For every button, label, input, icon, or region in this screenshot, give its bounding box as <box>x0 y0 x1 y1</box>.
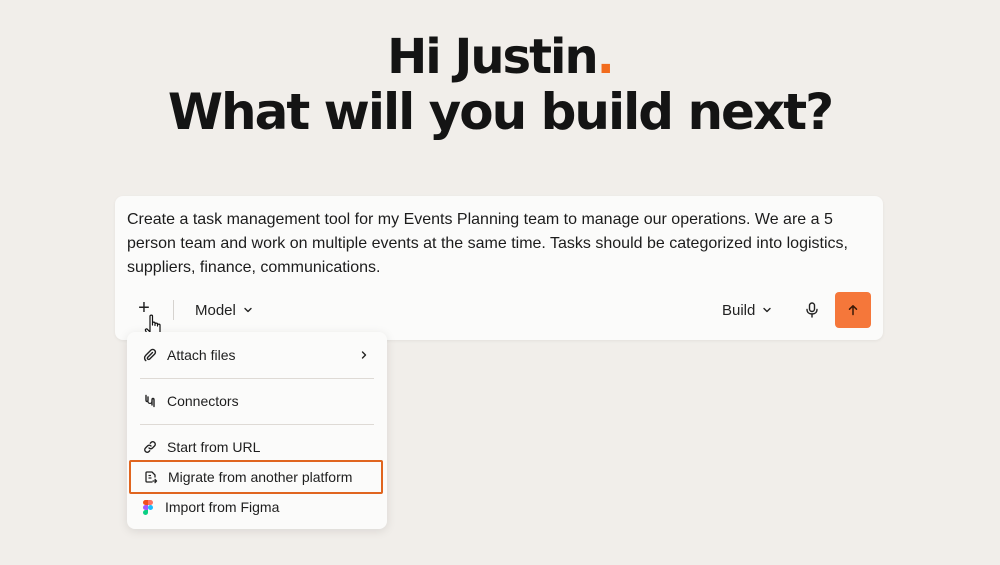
menu-divider <box>140 378 374 379</box>
voice-input-button[interactable] <box>800 298 824 322</box>
menu-item-start-from-url[interactable]: Start from URL <box>127 433 387 461</box>
menu-divider <box>140 424 374 425</box>
build-mode-dropdown[interactable]: Build <box>722 299 772 321</box>
add-button[interactable]: + <box>132 296 156 320</box>
arrow-up-icon <box>848 305 858 316</box>
prompt-card: Create a task management tool for my Eve… <box>115 196 883 340</box>
toolbar-divider <box>173 300 174 320</box>
menu-item-label: Connectors <box>167 393 239 409</box>
greeting-question: What will you build next? <box>167 83 834 141</box>
figma-icon <box>140 499 156 515</box>
greeting-title: Hi Justin. <box>0 33 1000 81</box>
plus-icon: + <box>138 296 150 319</box>
chevron-down-icon <box>763 307 772 313</box>
menu-item-label: Migrate from another platform <box>168 469 353 485</box>
send-button[interactable] <box>835 292 871 328</box>
model-dropdown[interactable]: Model <box>195 299 253 321</box>
chevron-right-icon <box>361 351 367 359</box>
microphone-icon <box>806 302 818 318</box>
menu-item-attach-files[interactable]: Attach files <box>127 341 387 369</box>
paperclip-icon <box>142 347 158 363</box>
menu-item-connectors[interactable]: Connectors <box>127 387 387 415</box>
menu-item-label: Start from URL <box>167 439 261 455</box>
migrate-icon <box>143 469 159 485</box>
link-icon <box>142 439 158 455</box>
build-label: Build <box>722 301 756 319</box>
chevron-down-icon <box>244 307 252 313</box>
greeting-accent-dot: . <box>596 29 615 85</box>
connectors-icon <box>142 393 158 409</box>
menu-item-label: Attach files <box>167 347 236 363</box>
model-label: Model <box>195 301 236 319</box>
menu-item-label: Import from Figma <box>165 499 280 515</box>
add-menu: Attach files Connectors Start from URL M… <box>127 332 387 529</box>
menu-item-import-figma[interactable]: Import from Figma <box>127 493 387 521</box>
menu-item-migrate-platform[interactable]: Migrate from another platform <box>129 460 383 494</box>
prompt-input[interactable]: Create a task management tool for my Eve… <box>127 208 872 280</box>
greeting-name: Hi Justin <box>387 29 599 85</box>
